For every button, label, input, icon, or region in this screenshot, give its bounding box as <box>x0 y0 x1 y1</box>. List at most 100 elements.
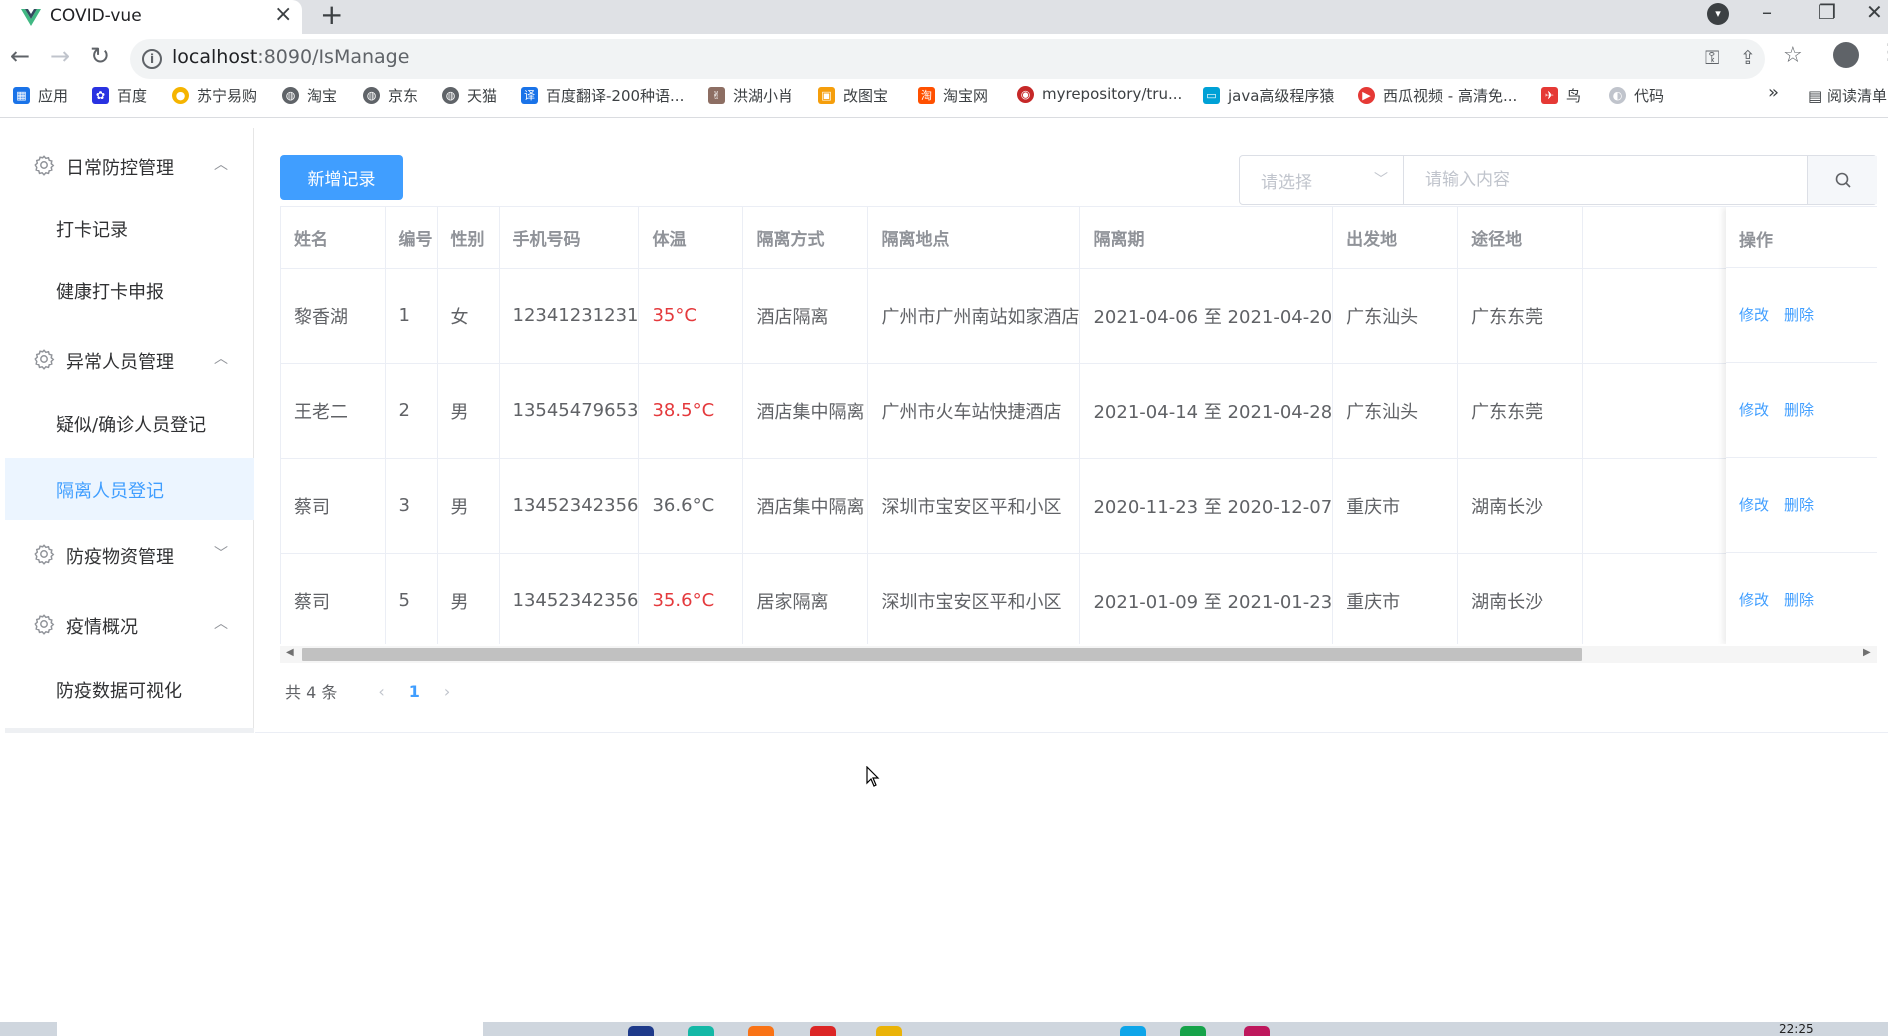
page-number[interactable]: 1 <box>409 682 420 701</box>
bookmark-label: 百度翻译-200种语... <box>546 87 685 105</box>
sidebar-item-checkin-records[interactable]: 打卡记录 <box>5 197 254 259</box>
reading-list[interactable]: ▤ 阅读清单 <box>1808 85 1887 106</box>
reload-icon[interactable]: ↻ <box>90 42 110 70</box>
bookmark-label: 苏宁易购 <box>197 87 258 105</box>
horizontal-scrollbar[interactable]: ◀ ▶ <box>280 646 1877 663</box>
cell-spacer <box>1582 363 1743 459</box>
cell-name: 王老二 <box>281 363 386 459</box>
cell-gender: 男 <box>437 363 500 459</box>
close-window-icon[interactable]: ✕ <box>1866 0 1883 24</box>
delete-button[interactable]: 删除 <box>1784 304 1814 325</box>
search-field-select[interactable]: 请选择 ﹀ <box>1240 156 1404 204</box>
search-input[interactable] <box>1405 156 1807 204</box>
column-header: 性别 <box>437 207 500 269</box>
sidebar-item-data-visualization[interactable]: 防疫数据可视化 <box>5 658 254 720</box>
bookmark-item[interactable]: ✌ 洪湖小肖 <box>708 85 793 106</box>
browser-tab[interactable]: COVID-vue × <box>0 0 302 34</box>
more-bookmarks-icon[interactable]: » <box>1768 82 1779 103</box>
sidebar-item-isolation-registration[interactable]: 隔离人员登记 <box>5 458 254 520</box>
bookmark-item[interactable]: ✿ 百度 <box>92 85 147 106</box>
close-tab-icon[interactable]: × <box>274 2 292 27</box>
taskbar-app-icon[interactable] <box>1180 1026 1206 1036</box>
sidebar-item-suspected-registration[interactable]: 疑似/确诊人员登记 <box>5 392 254 454</box>
prev-page-icon[interactable]: ‹ <box>378 682 384 701</box>
scrollbar-thumb[interactable] <box>302 648 1582 661</box>
operations-row: 修改 删除 <box>1726 363 1877 458</box>
edit-button[interactable]: 修改 <box>1739 494 1769 515</box>
cell-from: 广东汕头 <box>1332 268 1459 364</box>
taskbar-app-icon[interactable] <box>810 1026 836 1036</box>
scroll-left-icon[interactable]: ◀ <box>286 647 294 658</box>
delete-button[interactable]: 删除 <box>1784 589 1814 610</box>
cell-period: 2021-01-09 至 2021-01-23 <box>1079 553 1334 644</box>
menu-group-daily-control[interactable]: 日常防控管理 ︿ <box>5 135 254 197</box>
bookmark-item[interactable]: ◉ myrepository/tru... <box>1017 85 1182 103</box>
url-bar[interactable]: i localhost:8090/IsManage ⚿ ⇪ <box>130 39 1765 79</box>
taskbar-search-box[interactable] <box>57 1022 483 1036</box>
bookmark-item[interactable]: ◍ 天猫 <box>442 85 497 106</box>
cell-phone: 13452342356 <box>499 458 640 554</box>
cell-period: 2021-04-06 至 2021-04-20 <box>1079 268 1334 364</box>
main-content: 新增记录 请选择 ﹀ 姓名 编号 性别 手机号码 体温 隔离方式 <box>255 128 1888 733</box>
bookmark-item[interactable]: ◍ 淘宝 <box>282 85 337 106</box>
bookmark-item[interactable]: ▶ 西瓜视频 - 高清免... <box>1358 85 1517 106</box>
menu-group-supplies[interactable]: 防疫物资管理 ﹀ <box>5 524 254 586</box>
delete-button[interactable]: 删除 <box>1784 494 1814 515</box>
bookmark-item[interactable]: 译 百度翻译-200种语... <box>521 85 684 106</box>
bookmark-item[interactable]: ◍ 京东 <box>363 85 418 106</box>
bookmark-label: 天猫 <box>467 87 498 105</box>
menu-group-abnormal-persons[interactable]: 异常人员管理 ︿ <box>5 329 254 391</box>
url-text[interactable]: localhost:8090/IsManage <box>172 46 409 68</box>
taskbar-app-icon[interactable] <box>628 1026 654 1036</box>
cell-spacer <box>1582 268 1743 364</box>
share-icon[interactable]: ⇪ <box>1740 47 1756 69</box>
profile-avatar[interactable] <box>1833 42 1859 68</box>
bookmark-label: 洪湖小肖 <box>733 87 794 105</box>
minimize-icon[interactable]: – <box>1762 0 1772 24</box>
bookmark-item[interactable]: ▣ 改图宝 <box>818 85 888 106</box>
content-divider <box>255 732 1888 733</box>
taskbar-app-icon[interactable] <box>748 1026 774 1036</box>
edit-button[interactable]: 修改 <box>1739 304 1769 325</box>
edit-button[interactable]: 修改 <box>1739 399 1769 420</box>
bookmark-item[interactable]: 淘 淘宝网 <box>918 85 988 106</box>
bookmark-item[interactable]: ▭ java高级程序猿 <box>1203 85 1334 106</box>
new-tab-icon[interactable]: + <box>320 0 343 31</box>
tab-search-icon[interactable]: ▾ <box>1707 3 1729 25</box>
bookmark-item[interactable]: ● 苏宁易购 <box>172 85 257 106</box>
cell-method: 酒店集中隔离 <box>742 458 869 554</box>
menu-group-title: 异常人员管理 <box>66 352 174 373</box>
menu-group-epidemic-overview[interactable]: 疫情概况 ︿ <box>5 594 254 656</box>
restore-icon[interactable]: ❐ <box>1818 0 1836 24</box>
back-icon[interactable]: ← <box>10 42 30 70</box>
column-header: 出发地 <box>1332 207 1459 269</box>
bookmark-item[interactable]: ▦ 应用 <box>13 85 68 106</box>
cell-via: 湖南长沙 <box>1457 553 1584 644</box>
bookmark-label: myrepository/tru... <box>1042 85 1183 103</box>
cell-id: 1 <box>385 268 438 364</box>
bookmark-item[interactable]: ◐ 代码 <box>1609 85 1664 106</box>
taskbar-app-icon[interactable] <box>1244 1026 1270 1036</box>
column-header: 编号 <box>385 207 438 269</box>
bookmark-item[interactable]: ✈ 鸟 <box>1541 85 1581 106</box>
next-page-icon[interactable]: › <box>444 682 450 701</box>
bookmark-star-icon[interactable]: ☆ <box>1783 43 1803 68</box>
cell-phone: 12341231231 <box>499 268 640 364</box>
delete-button[interactable]: 删除 <box>1784 399 1814 420</box>
search-button[interactable] <box>1807 156 1877 204</box>
operations-row: 修改 删除 <box>1726 458 1877 553</box>
taskbar-app-icon[interactable] <box>876 1026 902 1036</box>
scroll-right-icon[interactable]: ▶ <box>1863 647 1871 658</box>
cell-via: 湖南长沙 <box>1457 458 1584 554</box>
forward-icon[interactable]: → <box>50 42 70 70</box>
site-info-icon[interactable]: i <box>142 49 162 69</box>
key-icon[interactable]: ⚿ <box>1705 47 1719 69</box>
sidebar-item-health-report[interactable]: 健康打卡申报 <box>5 259 254 321</box>
taskbar-app-icon[interactable] <box>688 1026 714 1036</box>
edit-button[interactable]: 修改 <box>1739 589 1769 610</box>
add-record-button[interactable]: 新增记录 <box>280 155 403 200</box>
cell-from: 广东汕头 <box>1332 363 1459 459</box>
cell-gender: 男 <box>437 553 500 644</box>
taskbar-app-icon[interactable] <box>1120 1026 1146 1036</box>
menu-icon[interactable]: ⋮ <box>1878 40 1888 65</box>
